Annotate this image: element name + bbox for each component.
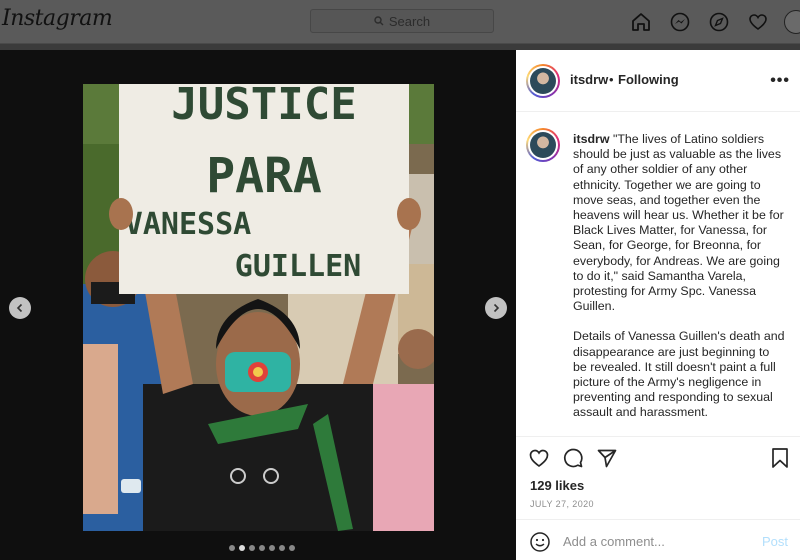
post-details-panel: itsdrw • Following ••• itsdrw "The lives… bbox=[516, 50, 800, 560]
bookmark-icon bbox=[772, 448, 788, 468]
chevron-right-icon bbox=[493, 303, 500, 313]
explore-icon[interactable] bbox=[708, 11, 730, 33]
home-icon[interactable] bbox=[630, 11, 652, 33]
post-modal: JUSTICE PARA VANESSA GUILLEN itsdrw • Fo… bbox=[0, 50, 800, 560]
caption-paragraph-2: Details of Vanessa Guillen's death and d… bbox=[573, 329, 785, 420]
author-username[interactable]: itsdrw bbox=[570, 72, 608, 87]
caption-paragraph-1: "The lives of Latino soldiers should be … bbox=[573, 132, 784, 314]
heart-icon bbox=[529, 449, 549, 468]
like-button[interactable] bbox=[528, 447, 550, 474]
likes-count[interactable]: 129 likes bbox=[530, 478, 584, 493]
photo-viewer: JUSTICE PARA VANESSA GUILLEN bbox=[0, 50, 516, 560]
header-separator: • bbox=[609, 72, 614, 87]
carousel-dot bbox=[259, 545, 265, 551]
sign-text-justice: JUSTICE bbox=[171, 84, 356, 130]
carousel-dot bbox=[239, 545, 245, 551]
post-header: itsdrw • Following ••• bbox=[516, 50, 800, 112]
carousel-dot bbox=[279, 545, 285, 551]
profile-avatar[interactable] bbox=[784, 10, 800, 34]
sign-text-para: PARA bbox=[206, 148, 322, 204]
messenger-icon[interactable] bbox=[669, 11, 691, 33]
search-placeholder: Search bbox=[388, 13, 431, 29]
protest-photo-illustration: JUSTICE PARA VANESSA GUILLEN bbox=[83, 84, 434, 531]
next-photo-button[interactable] bbox=[485, 297, 507, 319]
instagram-logo[interactable]: Instagram bbox=[2, 6, 113, 31]
comment-input[interactable] bbox=[563, 530, 753, 552]
emoji-button[interactable] bbox=[529, 531, 551, 558]
caption-username[interactable]: itsdrw bbox=[573, 132, 610, 146]
share-icon bbox=[597, 449, 617, 468]
post-actions: 129 likes JULY 27, 2020 Post bbox=[516, 436, 800, 560]
search-icon bbox=[374, 16, 384, 26]
post-comment-button[interactable]: Post bbox=[762, 534, 788, 549]
sign-text-guillen: GUILLEN bbox=[235, 249, 361, 284]
post-photo[interactable]: JUSTICE PARA VANESSA GUILLEN bbox=[83, 84, 434, 531]
top-navigation: Instagram Search bbox=[0, 0, 800, 44]
save-button[interactable] bbox=[770, 447, 790, 474]
heart-icon[interactable] bbox=[747, 11, 769, 33]
carousel-dot bbox=[269, 545, 275, 551]
search-box[interactable]: Search bbox=[310, 9, 494, 33]
carousel-dot bbox=[289, 545, 295, 551]
emoji-icon bbox=[530, 532, 550, 552]
more-options-icon[interactable]: ••• bbox=[770, 72, 790, 90]
share-button[interactable] bbox=[596, 447, 618, 474]
author-avatar[interactable] bbox=[526, 64, 560, 98]
chevron-left-icon bbox=[16, 303, 23, 313]
previous-photo-button[interactable] bbox=[9, 297, 31, 319]
post-caption: itsdrw "The lives of Latino soldiers sho… bbox=[516, 128, 800, 438]
comment-icon bbox=[563, 448, 583, 468]
post-date[interactable]: JULY 27, 2020 bbox=[530, 499, 594, 509]
sign-text-vanessa: VANESSA bbox=[125, 207, 251, 242]
caption-author-avatar[interactable] bbox=[526, 128, 560, 162]
carousel-dot bbox=[249, 545, 255, 551]
carousel-dot bbox=[229, 545, 235, 551]
following-button[interactable]: Following bbox=[618, 72, 679, 87]
carousel-indicator bbox=[229, 545, 295, 551]
comment-button[interactable] bbox=[562, 447, 584, 474]
add-comment-row: Post bbox=[516, 519, 800, 560]
